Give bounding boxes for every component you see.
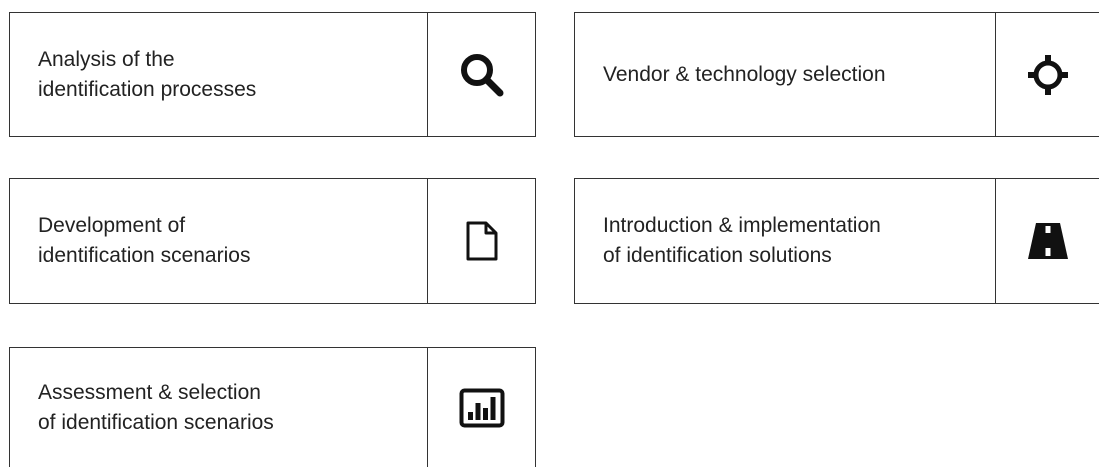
card-title-line-2: identification scenarios: [38, 244, 251, 267]
card-assessment: Assessment & selection of identification…: [9, 347, 536, 467]
card-analysis: Analysis of the identification processes: [9, 12, 536, 137]
card-title-line-1: Development of: [38, 214, 186, 237]
card-development: Development of identification scenarios: [9, 178, 536, 304]
card-icon-cell: [427, 348, 535, 467]
card-text: Introduction & implementation of identif…: [575, 179, 995, 303]
card-text: Development of identification scenarios: [10, 179, 427, 303]
card-title-line-1: Analysis of the: [38, 47, 175, 71]
card-title-line-2: identification processes: [38, 77, 257, 101]
card-icon-cell: [995, 13, 1099, 136]
search-icon: [458, 51, 506, 99]
card-title-line-2: of identification scenarios: [38, 410, 274, 434]
card-icon-cell: [427, 179, 535, 303]
card-icon-cell: [995, 179, 1099, 303]
road-icon: [1026, 221, 1070, 261]
card-title-line-1: Assessment & selection: [38, 380, 261, 404]
card-text: Assessment & selection of identification…: [10, 348, 427, 467]
card-title-line-1: Introduction & implementation: [603, 214, 881, 237]
crosshair-icon: [1026, 53, 1070, 97]
bar-chart-icon: [459, 388, 505, 428]
card-introduction: Introduction & implementation of identif…: [574, 178, 1099, 304]
card-title-line-1: Vendor & technology selection: [603, 62, 886, 86]
card-text: Analysis of the identification processes: [10, 13, 427, 136]
card-vendor-selection: Vendor & technology selection: [574, 12, 1099, 137]
card-title-line-2: of identification solutions: [603, 244, 832, 267]
card-icon-cell: [427, 13, 535, 136]
card-text: Vendor & technology selection: [575, 13, 995, 136]
document-icon: [464, 219, 500, 263]
